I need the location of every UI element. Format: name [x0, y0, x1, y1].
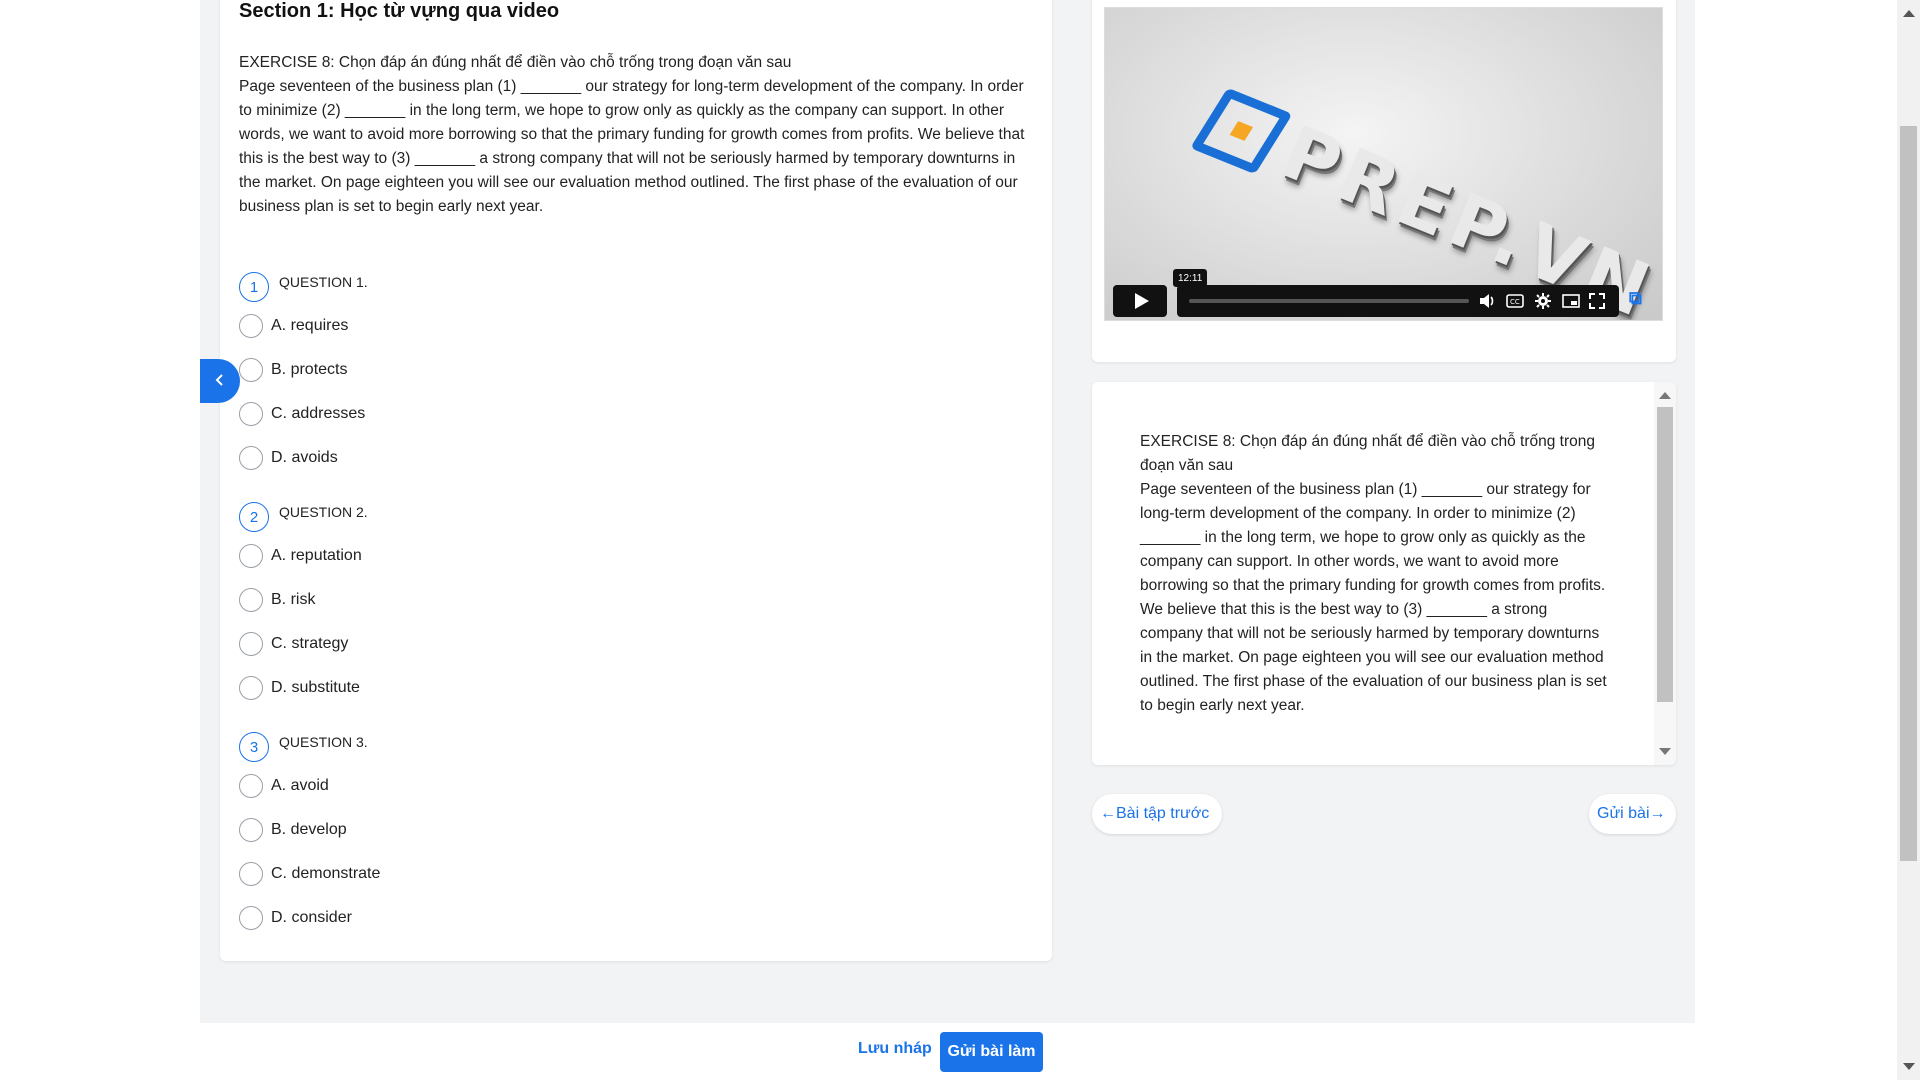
play-button[interactable] — [1113, 285, 1167, 317]
radio-button[interactable] — [239, 862, 263, 886]
answer-option[interactable]: A. avoid — [239, 774, 329, 798]
question-label: QUESTION 2. — [279, 504, 368, 520]
radio-button[interactable] — [239, 446, 263, 470]
svg-text:CC: CC — [1510, 298, 1520, 306]
answer-option[interactable]: C. strategy — [239, 632, 348, 656]
previous-exercise-button[interactable]: ←Bài tập trước — [1092, 794, 1222, 834]
radio-button[interactable] — [239, 544, 263, 568]
question-number-badge: 3 — [239, 732, 269, 762]
submit-exercise-button[interactable]: Gửi bài→ — [1589, 794, 1676, 834]
question-label: QUESTION 3. — [279, 734, 368, 750]
exercise-content: EXERCISE 8: Chọn đáp án đúng nhất để điề… — [239, 51, 1034, 219]
scroll-down-icon[interactable] — [1659, 748, 1671, 755]
page-scroll-down-icon[interactable] — [1903, 1063, 1915, 1070]
pip-icon[interactable] — [1561, 291, 1581, 311]
radio-button[interactable] — [239, 358, 263, 382]
chevron-left-icon — [213, 370, 227, 393]
radio-button[interactable] — [239, 402, 263, 426]
answer-option-label: C. addresses — [271, 405, 366, 422]
answer-option[interactable]: A. requires — [239, 314, 348, 338]
radio-button[interactable] — [239, 774, 263, 798]
answer-option-label: D. substitute — [271, 679, 360, 696]
radio-button[interactable] — [239, 588, 263, 612]
answer-option[interactable]: B. protects — [239, 358, 347, 382]
exercise-instruction: EXERCISE 8: Chọn đáp án đúng nhất để điề… — [239, 54, 792, 71]
answer-option-label: C. demonstrate — [271, 865, 381, 882]
submit-button[interactable]: Gửi bài làm — [940, 1032, 1043, 1072]
radio-button[interactable] — [239, 632, 263, 656]
exercise-passage: Page seventeen of the business plan (1) … — [239, 78, 1025, 215]
answer-option-label: A. requires — [271, 317, 349, 334]
page-scrollbar[interactable] — [1897, 0, 1920, 1080]
prep-logo-icon — [1190, 87, 1293, 175]
answer-option-label: A. avoid — [271, 777, 329, 794]
answer-option[interactable]: D. consider — [239, 906, 352, 930]
passage-instruction: EXERCISE 8: Chọn đáp án đúng nhất để điề… — [1140, 433, 1595, 474]
settings-icon[interactable] — [1533, 291, 1553, 311]
answer-option[interactable]: A. reputation — [239, 544, 362, 568]
volume-icon[interactable] — [1477, 291, 1497, 311]
answer-option-label: A. reputation — [271, 547, 362, 564]
question-number-badge: 2 — [239, 502, 269, 532]
answer-option-label: B. risk — [271, 591, 316, 608]
video-controls: CC — [1177, 285, 1619, 317]
answer-option-label: C. strategy — [271, 635, 349, 652]
answer-option[interactable]: B. risk — [239, 588, 315, 612]
watermark-icon: ⧉ — [1629, 288, 1642, 308]
radio-button[interactable] — [239, 676, 263, 700]
answer-option[interactable]: D. avoids — [239, 446, 338, 470]
passage-card: EXERCISE 8: Chọn đáp án đúng nhất để điề… — [1092, 382, 1676, 765]
answer-option[interactable]: C. addresses — [239, 402, 365, 426]
question-number-badge: 1 — [239, 272, 269, 302]
radio-button[interactable] — [239, 818, 263, 842]
scroll-up-icon[interactable] — [1659, 392, 1671, 399]
radio-button[interactable] — [239, 906, 263, 930]
passage-scrollbar[interactable] — [1654, 382, 1676, 765]
answer-option-label: B. develop — [271, 821, 347, 838]
section-title: Section 1: Học từ vựng qua video — [239, 0, 560, 22]
save-draft-button[interactable]: Lưu nháp — [858, 1040, 932, 1058]
answer-option[interactable]: D. substitute — [239, 676, 360, 700]
radio-button[interactable] — [239, 314, 263, 338]
fullscreen-icon[interactable] — [1587, 291, 1607, 311]
video-progress-bar[interactable] — [1189, 299, 1469, 303]
answer-option[interactable]: B. develop — [239, 818, 347, 842]
page-scroll-thumb[interactable] — [1900, 126, 1917, 861]
video-player[interactable]: PREP.VN 12:11 CC ⧉ — [1104, 7, 1663, 321]
passage-body: Page seventeen of the business plan (1) … — [1140, 481, 1607, 714]
page-scroll-up-icon[interactable] — [1903, 10, 1915, 17]
answer-option-label: B. protects — [271, 361, 348, 378]
captions-icon[interactable]: CC — [1505, 291, 1525, 311]
passage-content: EXERCISE 8: Chọn đáp án đúng nhất để điề… — [1140, 430, 1610, 718]
play-icon — [1135, 293, 1149, 309]
question-label: QUESTION 1. — [279, 274, 368, 290]
answer-option-label: D. avoids — [271, 449, 338, 466]
passage-scroll-thumb[interactable] — [1657, 407, 1673, 702]
answer-option-label: D. consider — [271, 909, 352, 926]
answer-option[interactable]: C. demonstrate — [239, 862, 380, 886]
